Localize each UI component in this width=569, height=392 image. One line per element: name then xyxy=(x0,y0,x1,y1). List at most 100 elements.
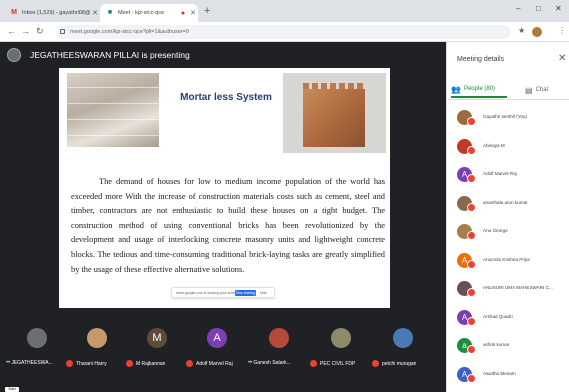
participant-name: PEC CIVIL FDP xyxy=(320,360,356,367)
address-bar[interactable]: meet.google.com/kjz-stcc-qce?pli=1&authu… xyxy=(56,25,511,39)
participant-tile[interactable]: A Adolf Marvel Raj xyxy=(186,322,244,376)
stop-sharing-button[interactable]: Stop sharing xyxy=(235,290,256,296)
screen: M Inbox (1,529) - gayathri08@gm... ✕ ■ M… xyxy=(0,0,569,392)
participant-label: petchi murugan xyxy=(372,360,442,367)
participant-tile[interactable]: PEC CIVIL FDP xyxy=(310,322,368,376)
new-tab-icon[interactable]: + xyxy=(204,5,210,17)
back-icon[interactable]: ← xyxy=(7,26,16,36)
person-name: Anu George xyxy=(483,228,508,233)
people-list-item[interactable]: Anu George xyxy=(447,222,569,248)
participant-name: petchi murugan xyxy=(382,360,417,367)
mic-off-icon xyxy=(467,288,476,297)
person-name: ANUSURI UMA MAHESWARI C... xyxy=(483,285,553,290)
tab-meet[interactable]: ■ Meet - kjz-stcc-qce ● ✕ xyxy=(100,4,198,22)
gmail-icon: M xyxy=(11,9,17,16)
participant-name: Ganesh Satark... xyxy=(253,360,291,366)
star-icon[interactable]: ★ xyxy=(518,26,525,35)
people-list-item[interactable]: A Adolf Marvel Raj xyxy=(447,165,569,191)
captions-badge[interactable]: Start xyxy=(5,387,19,392)
divider xyxy=(447,99,569,100)
screen-share-banner: meet.google.com is sharing your screen. … xyxy=(171,287,275,298)
people-list-item[interactable]: A Aswitha Menam xyxy=(447,365,569,391)
tab-people[interactable]: 👥 People (80) xyxy=(451,82,507,98)
person-name: Anumolu Krishna Priya xyxy=(483,256,530,262)
participant-avatar xyxy=(331,328,351,348)
people-list-item[interactable]: Gayathri senthil (You) xyxy=(447,108,569,134)
mic-off-icon xyxy=(467,117,476,126)
browser-tab-strip: M Inbox (1,529) - gayathri08@gm... ✕ ■ M… xyxy=(0,0,569,22)
participant-tile[interactable]: ••• Ganesh Satark... xyxy=(248,322,306,376)
person-name: Abinaya M xyxy=(483,142,505,148)
participant-tile[interactable]: ••• JEGATHEESWA... xyxy=(6,322,64,376)
people-list-item[interactable]: Abinaya M xyxy=(447,137,569,163)
close-tab-icon[interactable]: ✕ xyxy=(188,9,198,17)
mic-off-icon xyxy=(310,360,317,367)
mic-off-icon xyxy=(372,360,379,367)
speaking-indicator-icon: ••• xyxy=(6,360,10,366)
reload-icon[interactable]: ↻ xyxy=(36,26,44,37)
participant-avatar xyxy=(27,328,47,348)
participant-tile[interactable]: M M Rajkannan xyxy=(126,322,184,376)
mic-off-icon xyxy=(467,202,476,212)
person-name: ananthala arun kumar xyxy=(483,199,528,205)
person-name: Aswitha Menam xyxy=(483,370,516,376)
mic-off-icon xyxy=(467,345,476,354)
mic-off-icon xyxy=(467,373,476,383)
meeting-details-panel: Meeting details ✕ 👥 People (80) ▤ Chat G… xyxy=(446,42,569,392)
person-name: Adolf Marvel Raj xyxy=(483,171,517,176)
people-list-item[interactable]: ANUSURI UMA MAHESWARI C... xyxy=(447,279,569,305)
participant-avatar xyxy=(87,328,107,348)
participant-label: ••• Ganesh Satark... xyxy=(248,360,318,366)
meet-icon: ■ xyxy=(107,9,113,16)
lock-icon[interactable] xyxy=(60,29,65,34)
chat-icon: ▤ xyxy=(525,85,533,95)
close-tab-icon[interactable]: ✕ xyxy=(90,9,100,17)
participant-tile[interactable]: Tharani Harry xyxy=(66,322,124,376)
profile-avatar[interactable] xyxy=(532,27,542,37)
people-list-item[interactable]: ananthala arun kumar xyxy=(447,194,569,220)
people-icon: 👥 xyxy=(451,84,461,94)
participant-name: JEGATHEESWA... xyxy=(11,360,53,366)
people-list-item[interactable]: a ashok kumar xyxy=(447,336,569,362)
tab-chat[interactable]: ▤ Chat xyxy=(525,82,565,98)
share-message: meet.google.com is sharing your screen. xyxy=(176,291,240,295)
slide-title: Mortar less System xyxy=(180,92,272,103)
hide-banner-button[interactable]: Hide xyxy=(260,291,267,295)
panel-title: Meeting details xyxy=(457,56,505,63)
mic-off-icon xyxy=(186,360,193,367)
participant-name: Tharani Harry xyxy=(76,360,107,367)
slide-body-text: The demand of houses for low to medium i… xyxy=(71,177,385,274)
presenter-avatar xyxy=(7,48,21,62)
menu-icon[interactable]: ⋮ xyxy=(558,26,566,35)
participant-name: M Rajkannan xyxy=(136,360,166,367)
speaking-indicator-icon: ••• xyxy=(248,360,252,366)
close-icon[interactable]: ✕ xyxy=(558,53,566,64)
mic-off-icon xyxy=(126,360,133,367)
participant-label: Adolf Marvel Raj xyxy=(186,360,256,367)
mic-off-icon xyxy=(66,360,73,367)
minimize-icon[interactable]: – xyxy=(516,4,520,13)
participant-tile[interactable]: petchi murugan xyxy=(372,322,430,376)
person-name: Gayathri senthil (You) xyxy=(483,114,528,119)
mic-off-icon xyxy=(467,259,476,269)
people-list-item[interactable]: A Arshad Quadri xyxy=(447,308,569,334)
mic-off-icon xyxy=(467,145,476,155)
tab-gmail[interactable]: M Inbox (1,529) - gayathri08@gm... ✕ xyxy=(4,4,100,22)
url-text: meet.google.com/kjz-stcc-qce?pli=1&authu… xyxy=(70,29,189,35)
stacked-blocks-image xyxy=(67,73,159,147)
person-name: Arshad Quadri xyxy=(483,313,513,319)
forward-icon[interactable]: → xyxy=(21,26,30,36)
presentation-slide: Mortar less System The demand of houses … xyxy=(59,68,390,308)
tab-title: Inbox (1,529) - gayathri08@gm... xyxy=(22,10,90,16)
participant-avatar: M xyxy=(147,328,167,348)
participant-name: Adolf Marvel Raj xyxy=(196,360,233,367)
recording-dot-icon: ● xyxy=(180,9,186,17)
people-list-item[interactable]: A Anumolu Krishna Priya xyxy=(447,251,569,277)
participant-avatar xyxy=(269,328,289,348)
browser-toolbar: ← → ↻ meet.google.com/kjz-stcc-qce?pli=1… xyxy=(0,22,569,42)
close-window-icon[interactable]: ✕ xyxy=(555,4,562,13)
person-name: ashok kumar xyxy=(483,342,510,347)
maximize-icon[interactable]: □ xyxy=(536,4,541,13)
participant-avatar xyxy=(393,328,413,348)
participant-filmstrip: ••• JEGATHEESWA... Tharani Harry M M Rajkann… xyxy=(0,322,446,392)
